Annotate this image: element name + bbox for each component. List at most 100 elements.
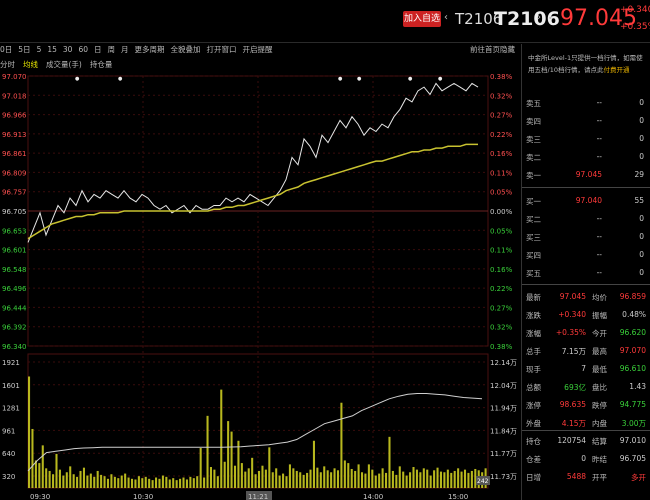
period-tab-9[interactable]: 更多周期	[134, 45, 164, 54]
stat-row: 总额 693亿 盘比 1.43	[522, 378, 650, 396]
ob-level-label: 卖五	[526, 99, 541, 108]
stat-label: 仓差	[526, 455, 541, 464]
time-axis-label: 10:30	[133, 493, 153, 500]
period-tab-2[interactable]: 5	[37, 45, 42, 54]
bid-row[interactable]: 买一 97.040 55	[522, 192, 650, 210]
event-marker-icon: ●	[357, 76, 362, 82]
volume-bar	[165, 476, 168, 488]
stat-label: 内盘	[592, 419, 607, 428]
volume-bar	[381, 468, 384, 488]
oi-tag: 242	[477, 478, 489, 485]
period-toolbar: 0日 5日 5 15 30 60 日周月更多周期 全貌叠加 打开窗口 开启提醒	[0, 44, 525, 56]
period-tab-0[interactable]: 0日	[0, 45, 12, 54]
period-tab-6[interactable]: 日	[94, 45, 102, 54]
ob-price: --	[596, 250, 602, 259]
hide-panel-button[interactable]: 隐藏	[500, 44, 515, 55]
volume-bar	[137, 476, 140, 488]
stat-label: 涨幅	[526, 329, 541, 338]
indicator-tab-2[interactable]: 成交量(手)	[46, 60, 82, 69]
ask-row[interactable]: 卖一 97.045 29	[522, 166, 650, 184]
ob-volume: 0	[639, 134, 644, 143]
stat-label: 今开	[592, 329, 607, 338]
period-tab-12[interactable]: 开启提醒	[242, 45, 272, 54]
volume-bar	[268, 447, 271, 488]
indicator-tab-0[interactable]: 分时	[0, 60, 15, 69]
stat-value: 94.775	[619, 400, 646, 409]
volume-bar	[295, 470, 298, 488]
period-tab-3[interactable]: 15	[47, 45, 57, 54]
ob-level-label: 卖一	[526, 171, 541, 180]
period-tab-10[interactable]: 全貌叠加	[170, 45, 200, 54]
upgrade-link[interactable]: 付费开通	[603, 66, 629, 74]
volume-bar	[347, 463, 350, 488]
volume-bar	[398, 466, 401, 488]
indicator-tab-1[interactable]: 均线	[23, 60, 38, 69]
volume-bar	[402, 471, 405, 488]
ask-row[interactable]: 卖二 -- 0	[522, 148, 650, 166]
volume-bar	[82, 467, 85, 488]
bid-row[interactable]: 买二 -- 0	[522, 210, 650, 228]
period-tab-8[interactable]: 月	[121, 45, 129, 54]
volume-bar	[103, 476, 106, 488]
stat-value: 7.15万	[561, 347, 586, 356]
pct-axis-label: 0.05%	[490, 189, 513, 197]
volume-bar	[62, 475, 65, 488]
level1-notice: 中金所Level-1只提供一档行情，如需使用五档/10档行情，请点此付费开通	[528, 52, 648, 76]
stat-value: 97.010	[619, 436, 646, 445]
ask-row[interactable]: 卖四 -- 0	[522, 112, 650, 130]
volume-bar	[371, 469, 374, 488]
intraday-chart[interactable]: 97.070 0.38% 97.018 0.32% 96.966 0.27% 96.913 0…	[0, 70, 521, 500]
volume-bar	[282, 473, 285, 488]
volume-bar	[141, 478, 144, 488]
ask-row[interactable]: 卖三 -- 0	[522, 130, 650, 148]
volume-bar	[48, 470, 51, 488]
volume-bar	[439, 471, 442, 488]
open-interest-line	[27, 393, 483, 472]
stat-label: 现手	[526, 365, 541, 374]
pct-axis-label: 0.22%	[490, 131, 513, 139]
bid-row[interactable]: 买三 -- 0	[522, 228, 650, 246]
period-tab-4[interactable]: 30	[63, 45, 73, 54]
volume-bar	[309, 469, 312, 488]
volume-bar	[158, 478, 161, 488]
indicator-tab-3[interactable]: 持仓量	[90, 60, 113, 69]
ask-row[interactable]: 卖五 -- 0	[522, 94, 650, 112]
stat-label: 涨跌	[526, 311, 541, 320]
stat-label: 最新	[526, 293, 541, 302]
period-tab-7[interactable]: 周	[107, 45, 115, 54]
period-tab-1[interactable]: 5日	[18, 45, 30, 54]
price-axis-label: 96.340	[2, 343, 27, 351]
ob-volume: 0	[639, 98, 644, 107]
stat-label: 持仓	[526, 437, 541, 446]
stat-label: 最低	[592, 365, 607, 374]
home-link[interactable]: 前往首页	[470, 44, 500, 55]
volume-axis-label: 1281	[2, 405, 20, 413]
stats-divider	[522, 284, 650, 285]
bid-row[interactable]: 买四 -- 0	[522, 246, 650, 264]
volume-bar	[247, 468, 250, 488]
pct-axis-label: 0.22%	[490, 285, 513, 293]
time-axis-label: 11:21	[248, 493, 268, 500]
volume-bar	[285, 476, 288, 488]
next-arrow-icon[interactable]: ›	[537, 12, 541, 23]
prev-arrow-icon[interactable]: ‹	[444, 12, 448, 23]
volume-bar	[117, 478, 120, 488]
oi-axis-label: 11.94万	[490, 405, 517, 413]
price-axis-label: 96.757	[2, 189, 27, 197]
period-tab-5[interactable]: 60	[78, 45, 88, 54]
ob-volume: 0	[639, 116, 644, 125]
ob-volume: 0	[639, 268, 644, 277]
pct-axis-label: 0.32%	[490, 324, 513, 332]
volume-bar	[79, 470, 82, 488]
volume-bar	[113, 476, 116, 488]
stat-value: 96.859	[619, 292, 646, 301]
add-to-watchlist-button[interactable]: 加入自选	[403, 11, 441, 27]
volume-bar	[182, 477, 185, 488]
volume-bar	[378, 473, 381, 488]
volume-bar	[209, 467, 212, 488]
period-tab-11[interactable]: 打开窗口	[206, 45, 236, 54]
menu-dot-icon[interactable]: •	[548, 14, 553, 23]
bid-row[interactable]: 买五 -- 0	[522, 264, 650, 282]
volume-bar	[124, 473, 127, 488]
volume-bar	[130, 478, 134, 488]
